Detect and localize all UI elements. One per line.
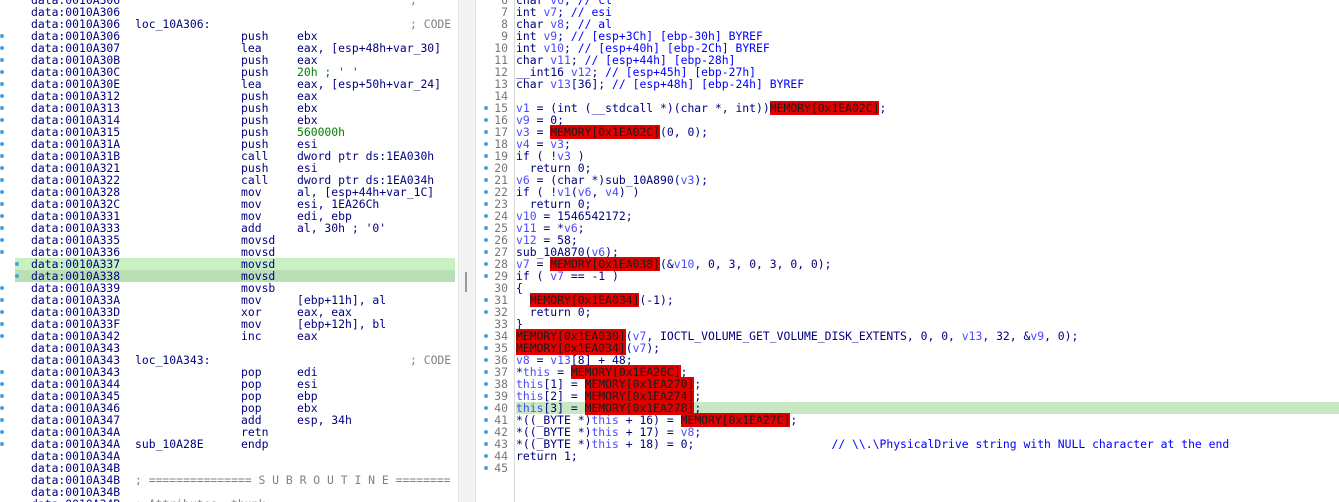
code-comment: // [esp+48h] [ebp-24h] BYREF [612, 77, 805, 91]
breakpoint-dot-icon[interactable] [0, 406, 4, 410]
breakpoint-dot-icon[interactable] [0, 298, 4, 302]
variable[interactable]: v13 [962, 329, 983, 343]
variable[interactable]: v7 [633, 341, 647, 355]
pseudocode-line[interactable]: 44 return 1; [476, 450, 1339, 462]
breakpoint-dot-icon[interactable] [0, 94, 4, 98]
breakpoint-dot-icon[interactable] [0, 70, 4, 74]
breakpoint-dot-icon[interactable] [0, 430, 4, 434]
variable[interactable]: v3 [681, 173, 695, 187]
breakpoint-dot-icon[interactable] [0, 130, 4, 134]
code-text: return 0; [516, 305, 592, 319]
breakpoint-dot-icon[interactable] [15, 262, 19, 266]
pseudocode-line[interactable]: 29 if ( v7 == -1 ) [476, 270, 1339, 282]
asm-mnemonic: endp [241, 437, 269, 451]
breakpoint-dot-icon[interactable] [0, 190, 4, 194]
breakpoint-dot-icon[interactable] [0, 418, 4, 422]
breakpoint-dot-icon[interactable] [0, 370, 4, 374]
breakpoint-dot-icon[interactable] [0, 46, 4, 50]
asm-operand: al, 30h ; '0' [297, 221, 387, 235]
variable[interactable]: this [591, 437, 618, 451]
breakpoint-dot-icon[interactable] [0, 334, 4, 338]
breakpoint-dot-icon[interactable] [0, 106, 4, 110]
asm-label: ; Attributes: thunk [135, 498, 265, 502]
breakpoint-dot-icon[interactable] [15, 274, 19, 278]
breakpoint-dot-icon[interactable] [0, 166, 4, 170]
pseudocode-line[interactable]: 32 return 0; [476, 306, 1339, 318]
breakpoint-dot-icon[interactable] [0, 202, 4, 206]
code-text: v1 = (int (__stdcall *)(char *, int))MEM… [516, 101, 887, 115]
breakpoint-dot-icon[interactable] [0, 214, 4, 218]
asm-comment: ; CODE [410, 17, 452, 31]
variable[interactable]: v13 [550, 77, 571, 91]
breakpoint-dot-icon[interactable] [0, 322, 4, 326]
breakpoint-dot-icon[interactable] [0, 154, 4, 158]
pseudocode-line[interactable]: 18 v4 = v3; [476, 138, 1339, 150]
pseudocode-line[interactable]: 22 if ( !v1(v6, v4) ) [476, 186, 1339, 198]
asm-address: data:0010A34B [31, 498, 120, 502]
asm-operand: eax, [esp+48h+var_30] [297, 41, 442, 55]
breakpoint-dot-icon[interactable] [0, 382, 4, 386]
asm-comment: ; CODE [410, 353, 452, 367]
asm-operand: eax, [esp+50h+var_24] [297, 77, 442, 91]
breakpoint-dot-icon[interactable] [0, 118, 4, 122]
asm-operand: eax [297, 329, 318, 343]
pseudocode-line[interactable]: 15 v1 = (int (__stdcall *)(char *, int))M… [476, 101, 1339, 115]
variable[interactable]: v7 [550, 269, 564, 283]
breakpoint-dot-icon[interactable] [0, 394, 4, 398]
asm-label: sub_10A28E [135, 437, 204, 451]
disassembly-view[interactable]: data:0010A306; data:0010A306 data:0010A306… [0, 0, 458, 502]
breakpoint-dot-icon[interactable] [0, 442, 4, 446]
asm-operand: esp, 34h [297, 413, 352, 427]
variable[interactable]: v4 [605, 185, 619, 199]
breakpoint-dot-icon[interactable] [0, 238, 4, 242]
breakpoint-dot-icon[interactable] [0, 250, 4, 254]
asm-label: loc_10A306: [135, 17, 211, 31]
line-number: 45 [494, 461, 508, 475]
variable[interactable]: v9 [1030, 329, 1044, 343]
code-text: *((_BYTE *)this + 18) = 0; // \\.\Physic… [516, 437, 1230, 451]
pseudocode-line[interactable]: 31 MEMORY[0x1EA034](-1); [476, 293, 1339, 307]
asm-mnemonic: inc [241, 329, 262, 343]
asm-label: ; =============== S U B R O U T I N E ==… [135, 473, 451, 487]
breakpoint-dot-icon[interactable] [0, 82, 4, 86]
pseudocode-line[interactable]: 43 *((_BYTE *)this + 18) = 0; // \\.\Phys… [476, 438, 1339, 450]
breakpoint-dot-icon[interactable] [0, 286, 4, 290]
pseudocode-line[interactable]: 19 if ( !v3 ) [476, 150, 1339, 162]
breakpoint-dot-icon[interactable] [0, 310, 4, 314]
breakpoint-dot-icon[interactable] [0, 226, 4, 230]
code-text: char v13[36]; // [esp+48h] [ebp-24h] BYR… [516, 77, 805, 91]
pseudocode-view[interactable]: 6 char v6; // cl 7 int v7; // esi 8 char v8; … [476, 0, 1339, 502]
asm-label: loc_10A343: [135, 353, 211, 367]
breakpoint-dot-icon[interactable] [0, 178, 4, 182]
code-text: return 1; [516, 449, 578, 463]
pseudocode-line[interactable]: 17 v3 = MEMORY[0x1EA02C](0, 0); [476, 125, 1339, 139]
pseudocode-line[interactable]: 24 v10 = 1546542172; [476, 210, 1339, 222]
pseudocode-line[interactable]: 25 v11 = *v6; [476, 222, 1339, 234]
breakpoint-dot-icon[interactable] [0, 34, 4, 38]
breakpoint-dot-icon[interactable] [0, 142, 4, 146]
variable[interactable]: v10 [674, 257, 695, 271]
pseudocode-line[interactable]: 45 [476, 462, 1339, 474]
pseudocode-line[interactable]: 13 char v13[36]; // [esp+48h] [ebp-24h] B… [476, 78, 1339, 90]
code-text: if ( v7 == -1 ) [516, 269, 619, 283]
asm-line[interactable]: data:0010A34B ; Attributes: thunk [0, 498, 458, 502]
code-comment: // \\.\PhysicalDrive string with NULL ch… [831, 437, 1230, 451]
memory-reference[interactable]: MEMORY[0x1EA02C] [769, 101, 880, 115]
pane-splitter[interactable] [458, 0, 476, 502]
splitter-grip[interactable] [465, 272, 467, 292]
breakpoint-dot-icon[interactable] [0, 58, 4, 62]
